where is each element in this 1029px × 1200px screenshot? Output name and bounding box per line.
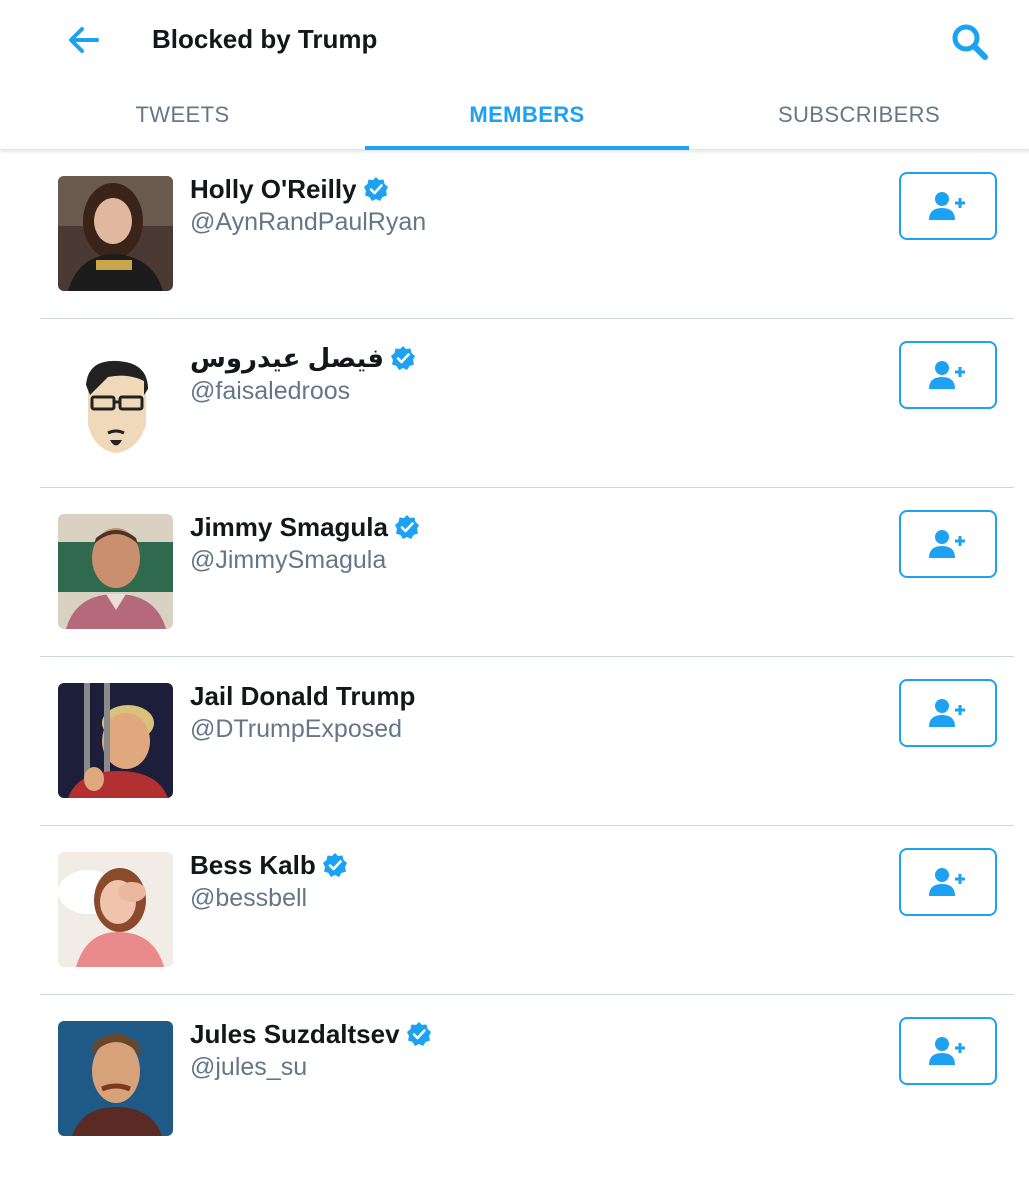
add-user-icon bbox=[929, 361, 965, 389]
verified-badge-icon bbox=[391, 346, 416, 370]
member-name: Jules Suzdaltsev bbox=[190, 1018, 400, 1049]
member-row[interactable]: Holly O'Reilly @AynRandPaulRyan bbox=[0, 150, 1029, 319]
page-title: Blocked by Trump bbox=[152, 24, 378, 54]
name-line: فيصل عيدروس bbox=[190, 341, 416, 375]
name-line: Jules Suzdaltsev bbox=[190, 1017, 432, 1051]
verified-badge-icon bbox=[406, 1022, 431, 1046]
follow-button[interactable] bbox=[899, 510, 997, 578]
search-icon bbox=[952, 24, 988, 60]
tab-subscribers[interactable]: SUBSCRIBERS bbox=[689, 80, 1029, 150]
member-handle: @DTrumpExposed bbox=[190, 715, 403, 743]
member-row[interactable]: فيصل عيدروس @faisaledroos bbox=[0, 319, 1029, 488]
avatar[interactable] bbox=[58, 514, 173, 629]
follow-button[interactable] bbox=[899, 1017, 997, 1085]
avatar[interactable] bbox=[58, 176, 173, 291]
member-row[interactable]: Jules Suzdaltsev @jules_su bbox=[0, 995, 1029, 1164]
name-line: Jail Donald Trump bbox=[190, 679, 415, 713]
member-handle: @bessbell bbox=[190, 884, 308, 912]
add-user-icon bbox=[929, 1037, 965, 1065]
member-handle: @jules_su bbox=[190, 1053, 308, 1081]
member-name: Jail Donald Trump bbox=[190, 680, 416, 711]
member-name: فيصل عيدروس bbox=[190, 342, 385, 373]
add-user-icon bbox=[929, 192, 965, 220]
follow-button[interactable] bbox=[899, 679, 997, 747]
follow-button[interactable] bbox=[899, 341, 997, 409]
add-user-icon bbox=[929, 868, 965, 896]
tab-bar: TWEETS MEMBERS SUBSCRIBERS bbox=[0, 80, 1029, 150]
arrow-left-icon bbox=[69, 27, 99, 53]
avatar[interactable] bbox=[58, 683, 173, 798]
verified-badge-icon bbox=[322, 853, 347, 877]
verified-badge-icon bbox=[363, 177, 388, 201]
member-row[interactable]: Jail Donald Trump @DTrumpExposed bbox=[0, 657, 1029, 826]
member-name: Holly O'Reilly bbox=[190, 173, 357, 204]
member-handle: @AynRandPaulRyan bbox=[190, 208, 427, 236]
avatar[interactable] bbox=[58, 1021, 173, 1136]
follow-button[interactable] bbox=[899, 172, 997, 240]
member-handle: @JimmySmagula bbox=[190, 546, 387, 574]
tab-members[interactable]: MEMBERS bbox=[365, 80, 689, 150]
name-line: Bess Kalb bbox=[190, 848, 348, 882]
name-line: Jimmy Smagula bbox=[190, 510, 420, 544]
add-user-icon bbox=[929, 530, 965, 558]
follow-button[interactable] bbox=[899, 848, 997, 916]
member-row[interactable]: Jimmy Smagula @JimmySmagula bbox=[0, 488, 1029, 657]
header-bar: Blocked by Trump bbox=[0, 0, 1029, 80]
search-button[interactable] bbox=[946, 20, 994, 64]
avatar[interactable] bbox=[58, 852, 173, 967]
member-row[interactable]: Bess Kalb @bessbell bbox=[0, 826, 1029, 995]
members-list: Holly O'Reilly @AynRandPaulRyan فيصل عيد… bbox=[0, 150, 1029, 1164]
app-root: Blocked by Trump TWEETS MEMBERS SUBSCRIB… bbox=[0, 0, 1029, 1200]
add-user-icon bbox=[929, 699, 965, 727]
avatar[interactable] bbox=[58, 345, 173, 460]
verified-badge-icon bbox=[394, 515, 419, 539]
tab-tweets[interactable]: TWEETS bbox=[0, 80, 365, 150]
member-name: Bess Kalb bbox=[190, 849, 316, 880]
member-name: Jimmy Smagula bbox=[190, 511, 388, 542]
member-handle: @faisaledroos bbox=[190, 377, 351, 405]
name-line: Holly O'Reilly bbox=[190, 172, 389, 206]
back-button[interactable] bbox=[62, 22, 106, 58]
